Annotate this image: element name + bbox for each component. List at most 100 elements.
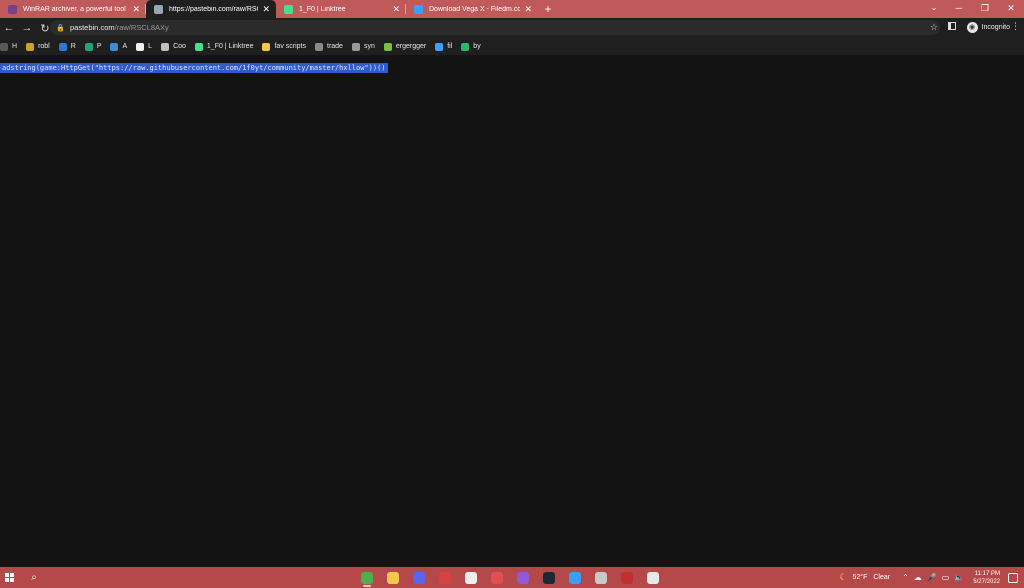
bookmarks-bar: H robl R P A L Coo 1_F0 | Linktree fav s… [0, 38, 1024, 55]
pinned-apps [354, 567, 666, 588]
tab-linktree[interactable]: 1_F0 | Linktree ✕ [276, 0, 406, 18]
windows-logo-icon [4, 573, 14, 582]
bookmark-item[interactable]: ergergger [383, 40, 426, 54]
bookmark-label: trade [327, 43, 343, 50]
lock-icon: 🔒 [56, 24, 65, 32]
clock[interactable]: 11:17 PM 5/27/2022 [973, 570, 1000, 586]
bookmark-item[interactable]: H [0, 40, 17, 54]
weather-temp: 52°F [852, 574, 868, 581]
app-glyph [647, 571, 659, 584]
close-tab-icon[interactable]: ✕ [262, 4, 270, 15]
page-content: adstring(game:HttpGet("https://raw.githu… [0, 55, 1024, 567]
volume-icon[interactable]: 🔈 [954, 573, 964, 582]
bookmark-favicon-icon [58, 42, 67, 51]
visual-studio-app-icon[interactable] [510, 567, 536, 588]
bookmark-label: 1_F0 | Linktree [206, 43, 254, 50]
start-button[interactable] [0, 567, 18, 588]
chevron-up-icon[interactable]: ⌃ [902, 573, 909, 582]
bookmark-favicon-icon [26, 42, 35, 51]
minimize-icon[interactable]: ─ [946, 0, 972, 18]
close-tab-icon[interactable]: ✕ [132, 4, 140, 15]
bookmark-star-icon[interactable]: ☆ [930, 22, 938, 33]
bookmark-item[interactable]: fil [435, 40, 452, 54]
bookmark-item[interactable]: R [58, 40, 76, 54]
bookmark-label: P [96, 43, 102, 50]
bookmark-label: A [122, 43, 128, 50]
weather-condition: Clear [873, 574, 891, 581]
shield-app-icon[interactable] [588, 567, 614, 588]
raw-code-text[interactable]: adstring(game:HttpGet("https://raw.githu… [0, 63, 388, 73]
bookmark-favicon-icon [461, 42, 470, 51]
red-app-icon[interactable] [432, 567, 458, 588]
discord-app-icon[interactable] [406, 567, 432, 588]
bookmark-item[interactable]: A [110, 40, 127, 54]
tab-title: Download Vega X - Filedm.com [429, 5, 521, 13]
bookmark-item[interactable]: L [136, 40, 152, 54]
profile-button[interactable]: ◉ Incognito [966, 20, 1010, 35]
window-controls: ─ ❐ ✕ [946, 0, 1024, 18]
steam-app-icon[interactable] [536, 567, 562, 588]
v-app-icon[interactable] [614, 567, 640, 588]
filedm-favicon-icon [414, 4, 423, 14]
bookmark-item[interactable]: P [84, 40, 102, 54]
address-bar[interactable]: 🔒 pastebin.com/raw/RSCL8AXy [50, 20, 940, 35]
restore-icon[interactable]: ❐ [972, 0, 998, 18]
app-glyph [595, 571, 607, 584]
forward-icon[interactable]: → [18, 22, 36, 34]
close-tab-icon[interactable]: ✕ [392, 4, 400, 15]
bookmark-favicon-icon [383, 42, 392, 51]
tab-winrar[interactable]: WinRAR archiver, a powerful tool ✕ [0, 0, 146, 18]
bookmark-folder[interactable]: fav scripts [262, 40, 306, 54]
bookmark-label: fil [447, 43, 453, 50]
bookmark-favicon-icon [315, 42, 323, 51]
bookmark-favicon-icon [161, 42, 170, 51]
tab-title: WinRAR archiver, a powerful tool [23, 5, 126, 13]
bookmark-favicon-icon [351, 42, 360, 51]
profile-label: Incognito [981, 24, 1010, 31]
app-glyph [413, 571, 425, 584]
incognito-icon: ◉ [966, 22, 978, 33]
notifications-icon[interactable] [1008, 572, 1018, 583]
chrome-app-icon[interactable] [354, 567, 380, 588]
bookmark-item[interactable]: robl [26, 40, 50, 54]
tab-pastebin[interactable]: https://pastebin.com/raw/RSCL8 ✕ [146, 0, 276, 18]
bookmark-item[interactable]: by [461, 40, 481, 54]
tab-search-chevron-icon[interactable]: ⌄ [926, 0, 942, 16]
search-icon[interactable]: ⌕ [24, 572, 44, 583]
tab-vega[interactable]: Download Vega X - Filedm.com ✕ [406, 0, 538, 18]
bookmark-item[interactable]: Coo [161, 40, 186, 54]
app-glyph [465, 571, 477, 584]
network-icon[interactable]: ▭ [942, 573, 950, 582]
roblox-app-icon[interactable] [640, 567, 666, 588]
weather-widget[interactable]: ☾ 52°F Clear [839, 572, 890, 583]
bookmark-favicon-icon [110, 42, 119, 51]
back-icon[interactable]: ← [0, 22, 18, 34]
bookmark-item[interactable]: 1_F0 | Linktree [194, 40, 254, 54]
app-glyph [543, 571, 555, 584]
bookmark-favicon-icon [84, 42, 93, 51]
bookmark-label: R [70, 43, 76, 50]
bookmark-favicon-icon [194, 42, 203, 51]
close-tab-icon[interactable]: ✕ [524, 4, 532, 15]
microphone-icon[interactable]: 🎤 [927, 573, 937, 582]
bookmark-item[interactable]: trade [315, 40, 343, 54]
app-glyph [439, 571, 451, 584]
file-explorer-app-icon[interactable] [380, 567, 406, 588]
bookmark-label: Coo [173, 43, 186, 50]
side-panel-icon[interactable] [948, 22, 956, 30]
bookmark-item[interactable]: syn [351, 40, 375, 54]
tab-title: 1_F0 | Linktree [299, 5, 346, 13]
system-tray: ☾ 52°F Clear ⌃ ☁ 🎤 ▭ 🔈 11:17 PM 5/27/202… [839, 567, 1024, 588]
tab-title: https://pastebin.com/raw/RSCL8 [169, 5, 258, 13]
close-window-icon[interactable]: ✕ [998, 0, 1024, 18]
menu-icon[interactable]: ⋮ [1011, 21, 1020, 32]
linktree-favicon-icon [284, 4, 293, 14]
app-glyph [569, 571, 581, 584]
photos-app-icon[interactable] [562, 567, 588, 588]
bookmark-label: by [473, 43, 481, 50]
gauge-app-icon[interactable] [484, 567, 510, 588]
app-glyph [387, 571, 399, 584]
n-app-icon[interactable] [458, 567, 484, 588]
cloud-icon[interactable]: ☁ [914, 573, 922, 582]
new-tab-icon[interactable]: + [538, 0, 558, 18]
